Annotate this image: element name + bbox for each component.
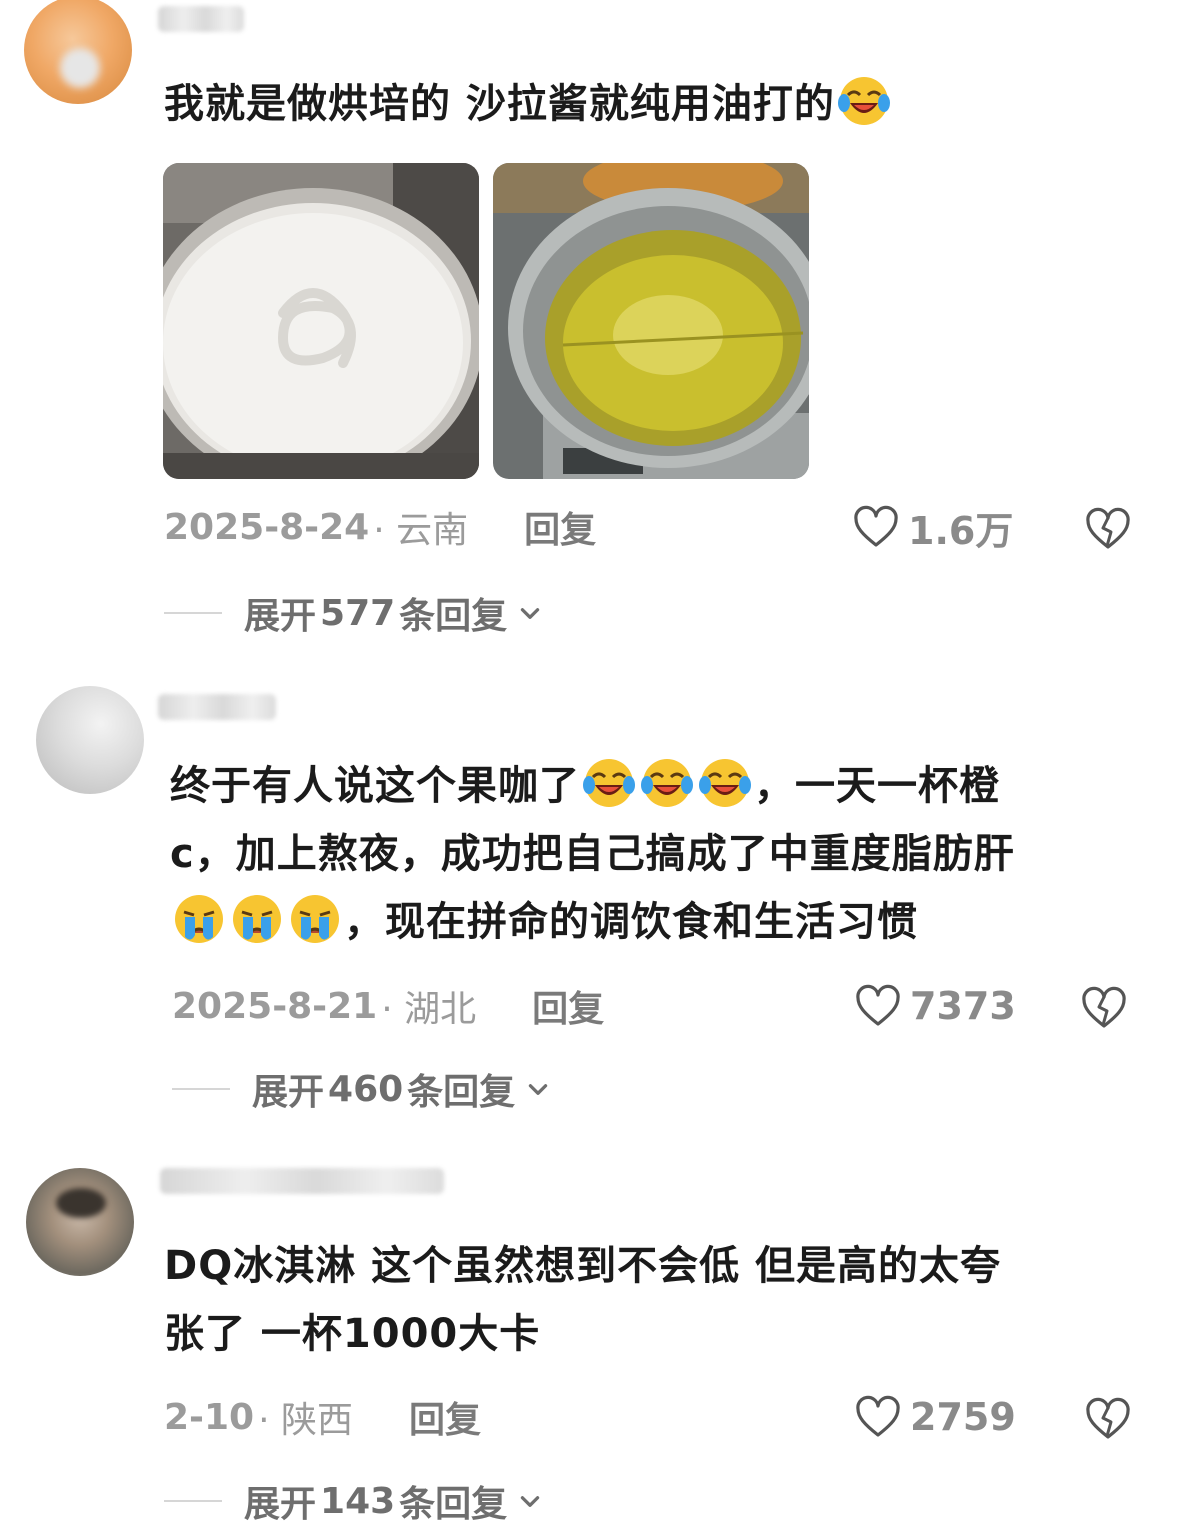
chevron-down-icon (517, 1488, 543, 1514)
comment-meta: 2-10 · 陕西 回复 (164, 1392, 481, 1442)
crying-emoji-icon (287, 891, 343, 947)
comment-meta: 2025-8-21 · 湖北 回复 (172, 981, 604, 1031)
photo-gallery (163, 163, 809, 479)
expand-label-prefix: 展开 (244, 596, 317, 637)
laughing-crying-emoji-icon (639, 755, 695, 811)
comment-text-line2: 张了 一杯1000大卡 (164, 1311, 541, 1357)
expand-label-suffix: 条回复 (407, 1072, 516, 1113)
avatar[interactable] (24, 0, 132, 104)
comment-location: · 云南 (373, 510, 469, 551)
chevron-down-icon (525, 1076, 551, 1102)
expand-replies-button[interactable]: 展开 460 条回复 (172, 1064, 551, 1114)
oil-bowl-photo[interactable] (493, 163, 809, 479)
broken-heart-icon[interactable] (1080, 984, 1128, 1032)
comment-text-line1-tail: ，一天一杯橙 (754, 763, 1000, 809)
comment-location: · 湖北 (381, 989, 477, 1030)
mayonnaise-bowl-photo[interactable] (163, 163, 479, 479)
laughing-crying-emoji-icon (836, 73, 892, 129)
comment-item: 终于有人说这个果咖了 ，一天一杯橙 c，加上熬夜，成功把自己搞成了中重度脂肪肝 ，… (0, 650, 1180, 1140)
crying-emoji-icon (229, 891, 285, 947)
chevron-down-icon (517, 600, 543, 626)
heart-icon (854, 982, 902, 1030)
expand-label-suffix: 条回复 (399, 1484, 508, 1525)
expand-label-prefix: 展开 (244, 1484, 317, 1525)
expand-replies-button[interactable]: 展开 577 条回复 (164, 588, 543, 638)
comment-date: 2025-8-21 (172, 985, 378, 1027)
comment-date: 2-10 (164, 1396, 255, 1438)
like-button[interactable]: 1.6万 (852, 502, 1014, 553)
reply-button[interactable]: 回复 (409, 1391, 481, 1443)
divider (172, 1088, 230, 1090)
expand-label-suffix: 条回复 (399, 596, 508, 637)
expand-count: 460 (328, 1068, 404, 1110)
comment-text: 我就是做烘培的 沙拉酱就纯用油打的 (164, 70, 893, 138)
laughing-crying-emoji-icon (581, 755, 637, 811)
expand-count: 143 (320, 1480, 396, 1522)
broken-heart-icon[interactable] (1084, 505, 1132, 553)
comment-text: DQ冰淇淋 这个虽然想到不会低 但是高的太夸 张了 一杯1000大卡 (164, 1232, 1154, 1368)
like-count: 7373 (910, 984, 1016, 1028)
broken-heart-icon[interactable] (1084, 1395, 1132, 1443)
reply-button[interactable]: 回复 (524, 501, 596, 553)
like-button[interactable]: 7373 (854, 981, 1016, 1031)
avatar[interactable] (26, 1168, 134, 1276)
laughing-crying-emoji-icon (697, 755, 753, 811)
like-count: 2759 (910, 1395, 1016, 1439)
expand-replies-button[interactable]: 展开 143 条回复 (164, 1476, 543, 1526)
avatar[interactable] (36, 686, 144, 794)
heart-icon (852, 503, 900, 551)
comment-date: 2025-8-24 (164, 506, 370, 548)
comment-text-line2: c，加上熬夜，成功把自己搞成了中重度脂肪肝 (170, 831, 1015, 877)
reply-button[interactable]: 回复 (532, 980, 604, 1032)
comment-text-line3-tail: ，现在拼命的调饮食和生活习惯 (344, 899, 918, 945)
crying-emoji-icon (171, 891, 227, 947)
username[interactable] (158, 694, 276, 720)
comment-text-line1: 终于有人说这个果咖了 (170, 763, 580, 809)
expand-label-prefix: 展开 (252, 1072, 325, 1113)
comment-text: 终于有人说这个果咖了 ，一天一杯橙 c，加上熬夜，成功把自己搞成了中重度脂肪肝 ，… (170, 752, 1150, 956)
comment-meta: 2025-8-24 · 云南 回复 (164, 502, 596, 552)
comment-item: 我就是做烘培的 沙拉酱就纯用油打的 2025-8-24 · 云南 回复 1.6万… (0, 0, 1180, 650)
comment-item: DQ冰淇淋 这个虽然想到不会低 但是高的太夸 张了 一杯1000大卡 2-10 … (0, 1140, 1180, 1540)
divider (164, 612, 222, 614)
heart-icon (854, 1393, 902, 1441)
username[interactable] (160, 1168, 444, 1194)
expand-count: 577 (320, 592, 396, 634)
like-count: 1.6万 (908, 508, 1014, 553)
username[interactable] (158, 6, 244, 32)
comment-location: · 陕西 (258, 1400, 353, 1441)
like-button[interactable]: 2759 (854, 1392, 1016, 1442)
comment-text-content: 我就是做烘培的 沙拉酱就纯用油打的 (164, 81, 835, 127)
divider (164, 1500, 222, 1502)
comment-text-line1: DQ冰淇淋 这个虽然想到不会低 但是高的太夸 (164, 1243, 1002, 1289)
